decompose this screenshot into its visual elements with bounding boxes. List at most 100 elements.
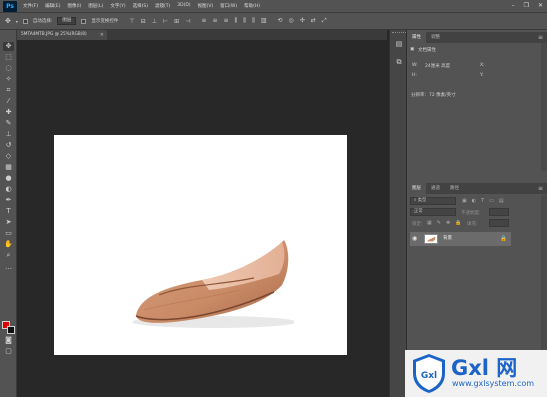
width-value[interactable]: 24厘米 高度 bbox=[425, 63, 450, 69]
marquee-tool-icon[interactable]: ⬚ bbox=[3, 53, 14, 62]
distribute-middle-icon[interactable]: ≡ bbox=[212, 17, 217, 25]
screen-mode-icon[interactable]: ▢ bbox=[3, 347, 14, 356]
path-selection-tool-icon[interactable]: ➤ bbox=[3, 218, 14, 227]
properties-scrollbar[interactable] bbox=[541, 43, 547, 171]
align-bottom-icon[interactable]: ⊥ bbox=[152, 18, 157, 25]
move-tool-icon[interactable]: ✥ bbox=[5, 17, 11, 25]
canvas-area[interactable] bbox=[17, 40, 387, 397]
healing-brush-tool-icon[interactable]: ✚ bbox=[3, 108, 14, 117]
3d-rotate-icon[interactable]: ⟲ bbox=[277, 17, 282, 25]
blend-mode-dropdown[interactable]: 正常 bbox=[410, 208, 456, 216]
tab-adjustments[interactable]: 调整 bbox=[426, 32, 445, 43]
3d-scale-icon[interactable]: ⤢ bbox=[322, 17, 327, 25]
tab-paths[interactable]: 路径 bbox=[445, 183, 464, 194]
layer-kind-filter[interactable]: ⌕ 类型 bbox=[410, 197, 456, 205]
filter-pixel-icon[interactable]: ▣ bbox=[462, 198, 467, 204]
document-canvas[interactable] bbox=[54, 135, 347, 355]
menu-help[interactable]: 帮助(H) bbox=[244, 3, 260, 9]
background-color-swatch[interactable] bbox=[7, 326, 15, 334]
distribute-right-icon[interactable]: ⫼ bbox=[252, 17, 255, 25]
menu-type[interactable]: 文字(Y) bbox=[110, 3, 125, 9]
align-left-icon[interactable]: ⊢ bbox=[163, 18, 168, 25]
lasso-tool-icon[interactable]: ◌ bbox=[3, 64, 14, 73]
restore-button[interactable]: ❐ bbox=[524, 2, 529, 9]
magic-wand-tool-icon[interactable]: ✧ bbox=[3, 75, 14, 84]
distribute-center-icon[interactable]: ⫼ bbox=[243, 17, 246, 25]
close-icon[interactable]: × bbox=[100, 30, 104, 40]
opacity-field[interactable] bbox=[489, 208, 509, 216]
minimize-button[interactable]: – bbox=[512, 2, 515, 9]
menu-file[interactable]: 文件(F) bbox=[23, 3, 38, 9]
eyedropper-tool-icon[interactable]: ⁄ bbox=[3, 97, 14, 106]
move-tool-icon[interactable]: ✥ bbox=[3, 42, 14, 51]
menu-window[interactable]: 窗口(W) bbox=[220, 3, 237, 9]
menu-image[interactable]: 图像(I) bbox=[67, 3, 81, 9]
distribute-bottom-icon[interactable]: ≡ bbox=[223, 17, 228, 25]
properties-panel-icon[interactable]: ⧉ bbox=[394, 58, 404, 67]
layer-row[interactable]: ◉ 背景 🔒 bbox=[410, 232, 511, 246]
lock-position-icon[interactable]: ✥ bbox=[446, 220, 450, 226]
close-button[interactable]: ✕ bbox=[538, 2, 543, 9]
filter-adjustment-icon[interactable]: ◐ bbox=[472, 198, 476, 204]
resolution-text: 分辨率：72 像素/英寸 bbox=[411, 93, 456, 98]
lock-all-icon[interactable]: 🔒 bbox=[455, 220, 461, 226]
align-top-icon[interactable]: ⊤ bbox=[129, 18, 134, 25]
show-transform-label: 显示变换控件 bbox=[91, 19, 119, 24]
lock-paint-icon[interactable]: ✎ bbox=[437, 220, 441, 226]
fill-field[interactable] bbox=[489, 219, 509, 227]
pen-tool-icon[interactable]: ✒ bbox=[3, 196, 14, 205]
auto-select-checkbox[interactable] bbox=[22, 18, 28, 24]
filter-type-icon[interactable]: T bbox=[481, 198, 484, 204]
eraser-tool-icon[interactable]: ◇ bbox=[3, 152, 14, 161]
align-middle-icon[interactable]: ⊟ bbox=[141, 18, 146, 25]
dodge-tool-icon[interactable]: ◐ bbox=[3, 185, 14, 194]
distribute-left-icon[interactable]: ⫼ bbox=[235, 17, 238, 25]
panel-menu-icon[interactable]: ≡ bbox=[538, 183, 543, 194]
menu-filter[interactable]: 滤镜(T) bbox=[155, 3, 170, 9]
menu-layer[interactable]: 图层(L) bbox=[88, 3, 103, 9]
filter-smart-icon[interactable]: ▤ bbox=[499, 198, 504, 204]
tab-properties[interactable]: 属性 bbox=[407, 32, 426, 43]
layer-name: 背景 bbox=[443, 236, 452, 241]
clone-stamp-tool-icon[interactable]: ⊥ bbox=[3, 130, 14, 139]
3d-roll-icon[interactable]: ◎ bbox=[289, 17, 294, 25]
show-transform-checkbox[interactable] bbox=[81, 18, 87, 24]
brush-tool-icon[interactable]: ✎ bbox=[3, 119, 14, 128]
more-tools-icon[interactable]: … bbox=[3, 263, 14, 272]
width-label: W: bbox=[412, 63, 418, 68]
chevron-down-icon[interactable]: ▾ bbox=[16, 19, 18, 24]
auto-align-icon[interactable]: ▥ bbox=[261, 17, 267, 25]
menu-3d[interactable]: 3D(D) bbox=[177, 3, 190, 9]
lock-pixels-icon[interactable]: ▦ bbox=[427, 220, 432, 226]
hand-tool-icon[interactable]: ✋ bbox=[3, 240, 14, 249]
align-center-icon[interactable]: ⊞ bbox=[174, 18, 179, 25]
align-buttons: ⊤ ⊟ ⊥ ⊢ ⊞ ⊣ bbox=[129, 18, 190, 25]
align-right-icon[interactable]: ⊣ bbox=[185, 18, 190, 25]
crop-tool-icon[interactable]: ⌗ bbox=[3, 86, 14, 95]
eye-icon[interactable]: ◉ bbox=[412, 232, 417, 246]
shape-tool-icon[interactable]: ▭ bbox=[3, 229, 14, 238]
zoom-tool-icon[interactable]: ⌕ bbox=[3, 251, 14, 260]
menu-select[interactable]: 选择(S) bbox=[133, 3, 148, 9]
type-tool-icon[interactable]: T bbox=[3, 207, 14, 216]
menu-edit[interactable]: 编辑(E) bbox=[45, 3, 60, 9]
history-panel-icon[interactable]: ▤ bbox=[394, 40, 404, 49]
3d-slide-icon[interactable]: ⇄ bbox=[311, 17, 316, 25]
history-brush-tool-icon[interactable]: ↺ bbox=[3, 141, 14, 150]
3d-drag-icon[interactable]: ✣ bbox=[300, 17, 305, 25]
distribute-top-icon[interactable]: ≡ bbox=[201, 17, 206, 25]
layers-panel-tabs: 图层 通道 路径 ≡ bbox=[407, 183, 547, 194]
filter-shape-icon[interactable]: ▭ bbox=[489, 198, 494, 204]
tab-layers[interactable]: 图层 bbox=[407, 183, 426, 194]
menu-view[interactable]: 视图(V) bbox=[198, 3, 214, 9]
document-tab[interactable]: 5MTA4MTB.JPG @ 25%(RGB/8) × bbox=[17, 30, 107, 40]
right-panels: 属性 调整 ≡ ▣ 文档属性 W: 24厘米 高度 X: H: Y: 分辨率：7… bbox=[407, 30, 547, 397]
panel-dock: ▤ ⧉ bbox=[389, 30, 407, 397]
tab-channels[interactable]: 通道 bbox=[426, 183, 445, 194]
blur-tool-icon[interactable]: ● bbox=[3, 174, 14, 183]
gradient-tool-icon[interactable]: ▦ bbox=[3, 163, 14, 172]
auto-select-dropdown[interactable]: 图层 bbox=[57, 17, 77, 25]
quick-mask-icon[interactable]: ◙ bbox=[3, 336, 14, 345]
dock-grip[interactable] bbox=[392, 32, 406, 35]
panel-menu-icon[interactable]: ≡ bbox=[538, 32, 543, 43]
